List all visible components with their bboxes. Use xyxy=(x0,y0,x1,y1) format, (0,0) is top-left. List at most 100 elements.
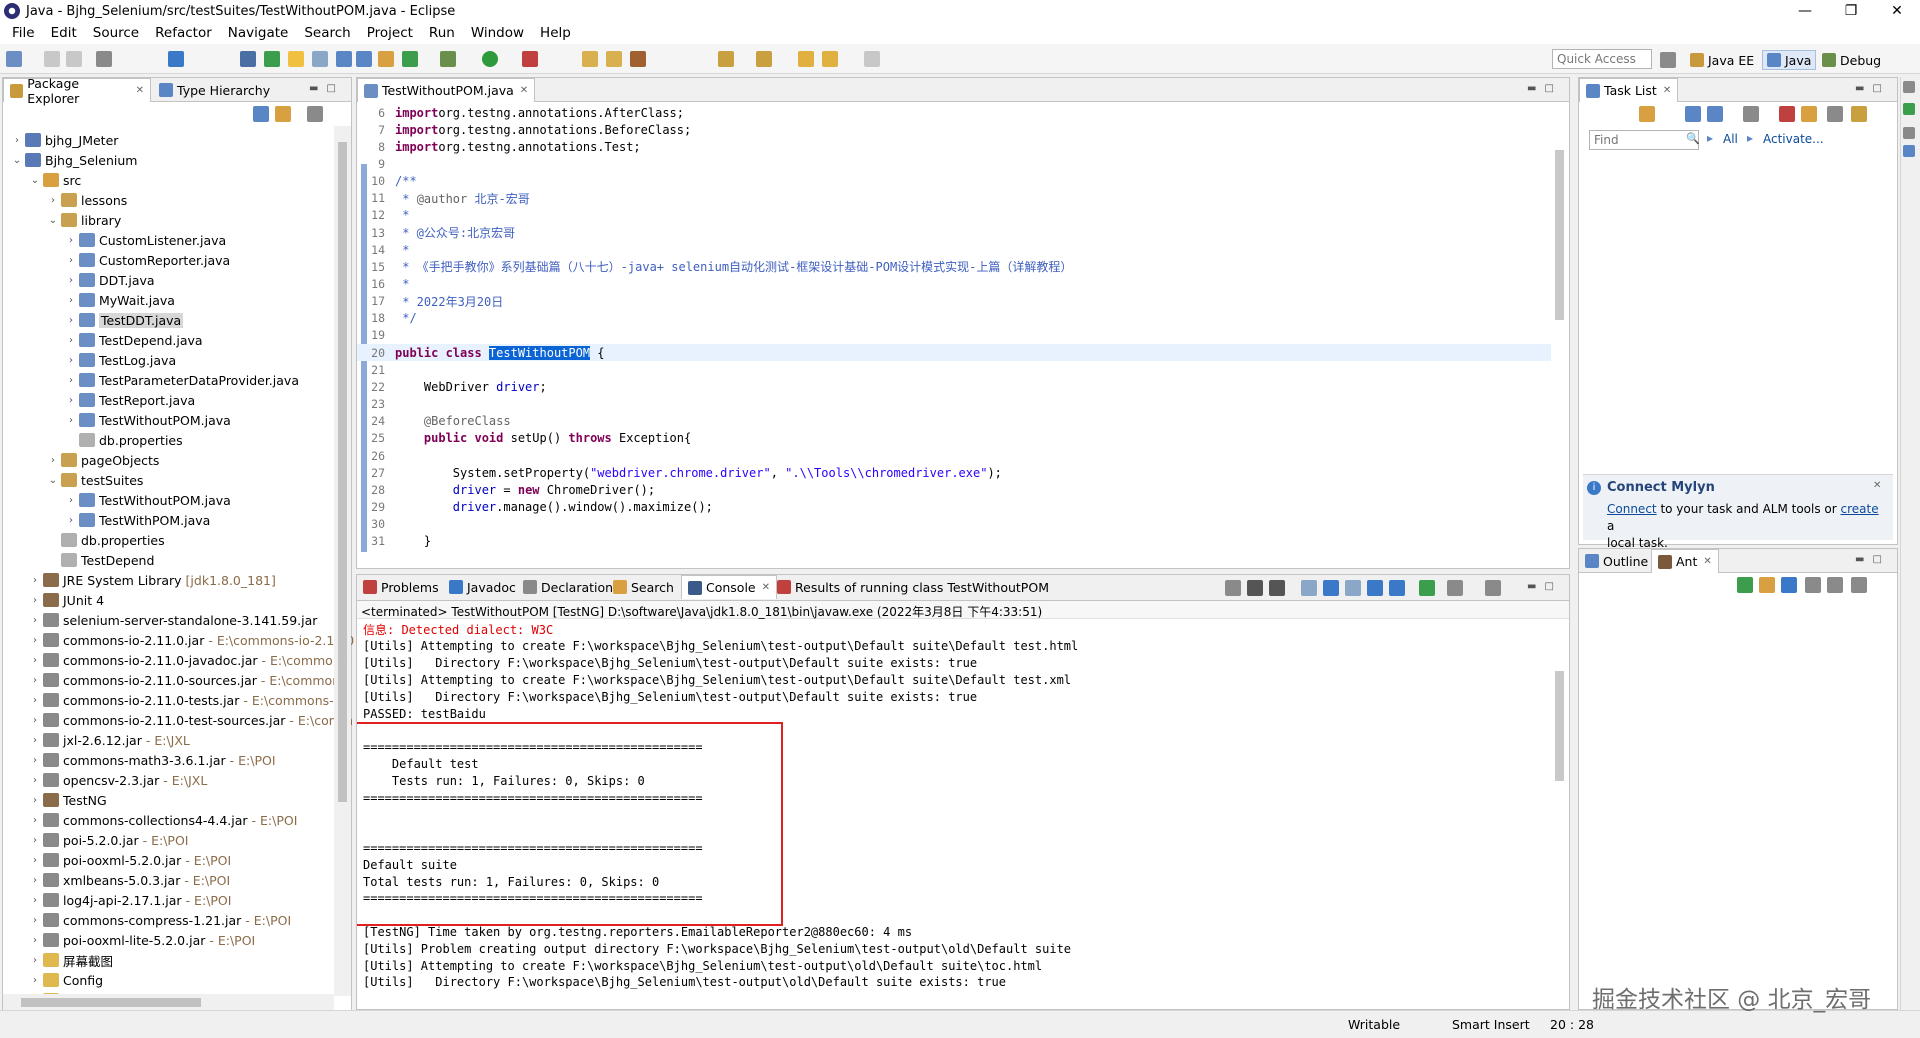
tab-task-list[interactable]: Task List ✕ xyxy=(1579,78,1679,102)
tree-item[interactable]: › commons-io-2.11.0.jar - E:\commons-io-2.… xyxy=(29,630,354,650)
tab-javadoc[interactable]: Javadoc xyxy=(443,575,522,599)
tree-item[interactable]: › lessons xyxy=(47,190,127,210)
tree-item[interactable]: › JUnit 4 xyxy=(29,590,104,610)
minimize-maximize-icons[interactable]: ▬□ xyxy=(1855,554,1890,565)
expand-arrow-icon[interactable]: › xyxy=(29,595,41,606)
menu-refactor[interactable]: Refactor xyxy=(147,25,220,41)
run-icon[interactable] xyxy=(482,51,498,67)
categorized-icon[interactable] xyxy=(1685,106,1701,122)
hide-internal-icon[interactable] xyxy=(1781,577,1797,593)
new-task-icon[interactable] xyxy=(1639,106,1655,122)
tab-outline[interactable]: Outline xyxy=(1579,549,1654,573)
close-icon[interactable]: ✕ xyxy=(1873,480,1881,491)
tree-item[interactable]: › TestDDT.java xyxy=(65,310,184,330)
expand-arrow-icon[interactable]: › xyxy=(47,455,59,466)
tab-declaration[interactable]: Declaration xyxy=(517,575,619,599)
minimize-maximize-icons[interactable]: ▬□ xyxy=(1527,581,1562,592)
quick-access-input[interactable]: Quick Access xyxy=(1552,49,1652,69)
expand-arrow-icon[interactable]: ⌄ xyxy=(47,475,59,486)
expand-arrow-icon[interactable]: › xyxy=(29,575,41,586)
tree-item[interactable]: › TestDepend.java xyxy=(65,330,203,350)
expand-arrow-icon[interactable]: › xyxy=(65,375,77,386)
tree-item[interactable]: db.properties xyxy=(65,430,183,450)
expand-arrow-icon[interactable]: › xyxy=(47,195,59,206)
tree-item[interactable]: › CustomReporter.java xyxy=(65,250,230,270)
expand-arrow-icon[interactable]: › xyxy=(65,275,77,286)
tree-item[interactable]: › commons-io-2.11.0-tests.jar - E:\commons… xyxy=(29,690,350,710)
tab-package-explorer[interactable]: Package Explorer ✕ xyxy=(3,76,151,106)
code-area[interactable]: 6 importorg.testng.annotations.AfterClass… xyxy=(357,102,1552,568)
tree-item[interactable]: ⌄ library xyxy=(47,210,121,230)
debug-icon[interactable] xyxy=(440,51,456,67)
menu-project[interactable]: Project xyxy=(359,25,421,41)
expand-arrow-icon[interactable]: › xyxy=(29,975,41,986)
outline-trim-icon[interactable] xyxy=(1903,145,1915,157)
tree-item[interactable]: › TestNG xyxy=(29,790,107,810)
new-icon[interactable] xyxy=(6,51,22,67)
expand-arrow-icon[interactable]: › xyxy=(29,775,41,786)
expand-arrow-icon[interactable]: › xyxy=(29,875,41,886)
show-whitespace-icon[interactable] xyxy=(336,51,352,67)
tree-item[interactable]: ⌄ src xyxy=(29,170,81,190)
expand-arrow-icon[interactable]: ⌄ xyxy=(47,215,59,226)
tree-item[interactable]: › TestWithoutPOM.java xyxy=(65,490,231,510)
tree-item[interactable]: › jxl-2.6.12.jar - E:\JXL xyxy=(29,730,190,750)
restore-icon[interactable] xyxy=(1903,127,1915,139)
tree-item[interactable]: › commons-io-2.11.0-test-sources.jar - E:\… xyxy=(29,710,353,730)
tree-item[interactable]: › 屏幕截图 xyxy=(29,950,113,970)
editor-vertical-scrollbar[interactable] xyxy=(1551,102,1568,554)
tree-item[interactable]: db.properties xyxy=(47,530,165,550)
scroll-lock-icon[interactable] xyxy=(1323,580,1339,596)
editor-horizontal-scrollbar[interactable] xyxy=(365,552,1551,568)
tree-item[interactable]: › TestLog.java xyxy=(65,350,176,370)
tree-item[interactable]: › commons-math3-3.6.1.jar - E:\POI xyxy=(29,750,276,770)
restore-button[interactable]: ❐ xyxy=(1828,0,1874,22)
expand-arrow-icon[interactable]: › xyxy=(65,415,77,426)
tree-item[interactable]: › commons-io-2.11.0-javadoc.jar - E:\commo… xyxy=(29,650,352,670)
coverage-icon[interactable] xyxy=(522,51,538,67)
tree-item[interactable]: ⌄ Bjhg_Selenium xyxy=(11,150,138,170)
expand-arrow-icon[interactable]: › xyxy=(29,895,41,906)
expand-arrow-icon[interactable]: ⌄ xyxy=(11,155,23,166)
expand-arrow-icon[interactable]: › xyxy=(29,815,41,826)
menu-window[interactable]: Window xyxy=(463,25,532,41)
tree-item[interactable]: › poi-5.2.0.jar - E:\POI xyxy=(29,830,189,850)
open-type-icon[interactable] xyxy=(582,51,598,67)
prev-annotation-icon[interactable] xyxy=(756,51,772,67)
menu-source[interactable]: Source xyxy=(85,25,147,41)
block-select-icon[interactable] xyxy=(312,51,328,67)
view-menu-icon[interactable] xyxy=(307,106,323,122)
palette-icon[interactable] xyxy=(1903,103,1915,115)
tree-item[interactable]: › Config xyxy=(29,970,103,990)
collapse-tasks-icon[interactable] xyxy=(1827,106,1843,122)
menu-search[interactable]: Search xyxy=(296,25,358,41)
close-icon[interactable]: ✕ xyxy=(762,582,770,593)
tab-problems[interactable]: Problems xyxy=(357,575,445,599)
expand-arrow-icon[interactable]: › xyxy=(29,675,41,686)
tree-item[interactable]: › CustomListener.java xyxy=(65,230,226,250)
mark-occurrences-icon[interactable] xyxy=(264,51,280,67)
tree-item[interactable]: › poi-ooxml-5.2.0.jar - E:\POI xyxy=(29,850,231,870)
new-class-icon[interactable] xyxy=(402,51,418,67)
expand-arrow-icon[interactable]: › xyxy=(29,755,41,766)
expand-arrow-icon[interactable]: › xyxy=(65,355,77,366)
expand-arrow-icon[interactable]: › xyxy=(29,795,41,806)
menu-edit[interactable]: Edit xyxy=(43,25,85,41)
tab-testng-results[interactable]: Results of running class TestWithoutPOM xyxy=(771,575,1055,599)
focus-icon[interactable] xyxy=(1743,106,1759,122)
minimize-maximize-icons[interactable]: ▬□ xyxy=(1527,83,1562,94)
tree-item[interactable]: › xmlbeans-5.0.3.jar - E:\POI xyxy=(29,870,230,890)
tab-type-hierarchy[interactable]: Type Hierarchy xyxy=(153,78,276,102)
dropdown-arrow-icon[interactable]: ▸ xyxy=(1707,131,1713,145)
scheduled-icon[interactable] xyxy=(1707,106,1723,122)
expand-arrow-icon[interactable]: › xyxy=(29,955,41,966)
tree-item[interactable]: › TestParameterDataProvider.java xyxy=(65,370,299,390)
tab-search[interactable]: Search xyxy=(607,575,680,599)
expand-arrow-icon[interactable]: ⌄ xyxy=(29,175,41,186)
forward-icon[interactable] xyxy=(864,51,880,67)
tree-item[interactable]: › DDT.java xyxy=(65,270,155,290)
menu-navigate[interactable]: Navigate xyxy=(220,25,297,41)
word-wrap-icon[interactable] xyxy=(1345,580,1361,596)
tree-item[interactable]: › TestWithoutPOM.java xyxy=(65,410,231,430)
tree-item[interactable]: › MyWait.java xyxy=(65,290,175,310)
